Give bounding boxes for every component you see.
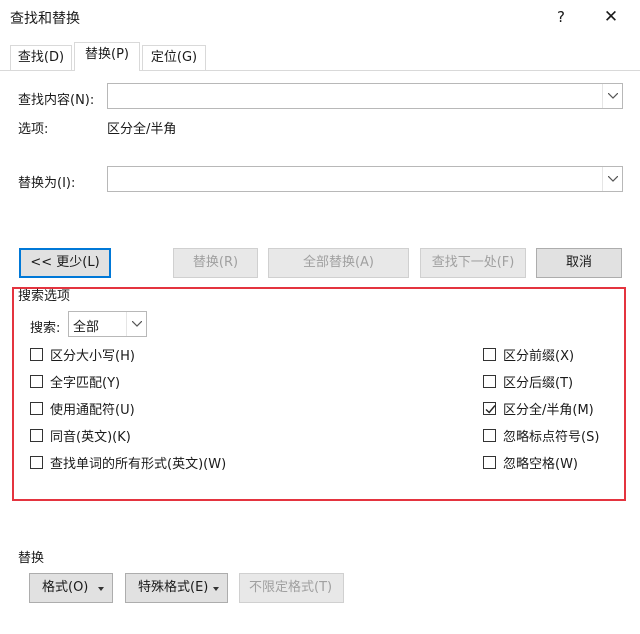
find-input[interactable] [107,83,623,109]
replace-all-button[interactable]: 全部替换(A) [268,248,409,278]
format-button[interactable]: 格式(O) [29,573,113,603]
chevron-down-icon [608,176,618,182]
all-word-forms-label: 查找单词的所有形式(英文)(W) [50,457,227,472]
help-button[interactable]: ? [548,4,574,30]
options-value: 区分全/半角 [107,122,177,137]
match-prefix-checkbox[interactable] [483,348,496,361]
search-direction-dropdown[interactable] [126,312,146,336]
replace-button[interactable]: 替换(R) [173,248,258,278]
wildcards-label: 使用通配符(U) [50,403,135,418]
match-suffix-checkbox[interactable] [483,375,496,388]
no-formatting-button[interactable]: 不限定格式(T) [239,573,344,603]
tab-find[interactable]: 查找(D) [10,45,72,70]
chevron-down-icon [608,93,618,99]
caret-down-icon [213,587,219,591]
all-word-forms-checkbox[interactable] [30,456,43,469]
whole-word-checkbox[interactable] [30,375,43,388]
ignore-whitespace-label: 忽略空格(W) [503,457,578,472]
replace-label: 替换为(I): [18,176,76,191]
match-case-label: 区分大小写(H) [50,349,135,364]
search-direction-label: 搜索: [30,321,61,336]
tab-replace[interactable]: 替换(P) [74,42,140,71]
no-formatting-button-label: 不限定格式(T) [249,580,333,595]
find-label: 查找内容(N): [18,93,95,108]
checkmark-icon [485,405,496,414]
wildcards-checkbox[interactable] [30,402,43,415]
special-format-button[interactable]: 特殊格式(E) [125,573,228,603]
search-direction-value: 全部 [73,320,100,335]
title-bar: 查找和替换 ? ✕ [0,0,640,34]
special-format-button-label: 特殊格式(E) [138,580,209,595]
replace-input[interactable] [107,166,623,192]
format-button-label: 格式(O) [42,580,89,595]
tab-bar: 查找(D) 替换(P) 定位(G) [0,40,640,71]
search-options-heading: 搜索选项 [18,289,71,304]
replace-section-heading: 替换 [18,551,45,566]
chevron-down-icon [132,321,142,327]
window-title: 查找和替换 [10,11,80,27]
sounds-like-label: 同音(英文)(K) [50,430,131,445]
ignore-punctuation-label: 忽略标点符号(S) [503,430,600,445]
less-button[interactable]: << 更少(L) [19,248,111,278]
match-prefix-label: 区分前缀(X) [503,349,575,364]
find-dropdown-button[interactable] [602,84,622,108]
sounds-like-checkbox[interactable] [30,429,43,442]
whole-word-label: 全字匹配(Y) [50,376,121,391]
cancel-button[interactable]: 取消 [536,248,622,278]
match-case-checkbox[interactable] [30,348,43,361]
close-button[interactable]: ✕ [598,4,624,30]
match-width-label: 区分全/半角(M) [503,403,594,418]
ignore-whitespace-checkbox[interactable] [483,456,496,469]
replace-dropdown-button[interactable] [602,167,622,191]
find-next-button[interactable]: 查找下一处(F) [420,248,526,278]
match-width-checkbox[interactable] [483,402,496,415]
options-label: 选项: [18,122,49,137]
tab-goto[interactable]: 定位(G) [142,45,206,70]
ignore-punctuation-checkbox[interactable] [483,429,496,442]
match-suffix-label: 区分后缀(T) [503,376,574,391]
caret-down-icon [98,587,104,591]
search-direction-select[interactable]: 全部 [68,311,147,337]
